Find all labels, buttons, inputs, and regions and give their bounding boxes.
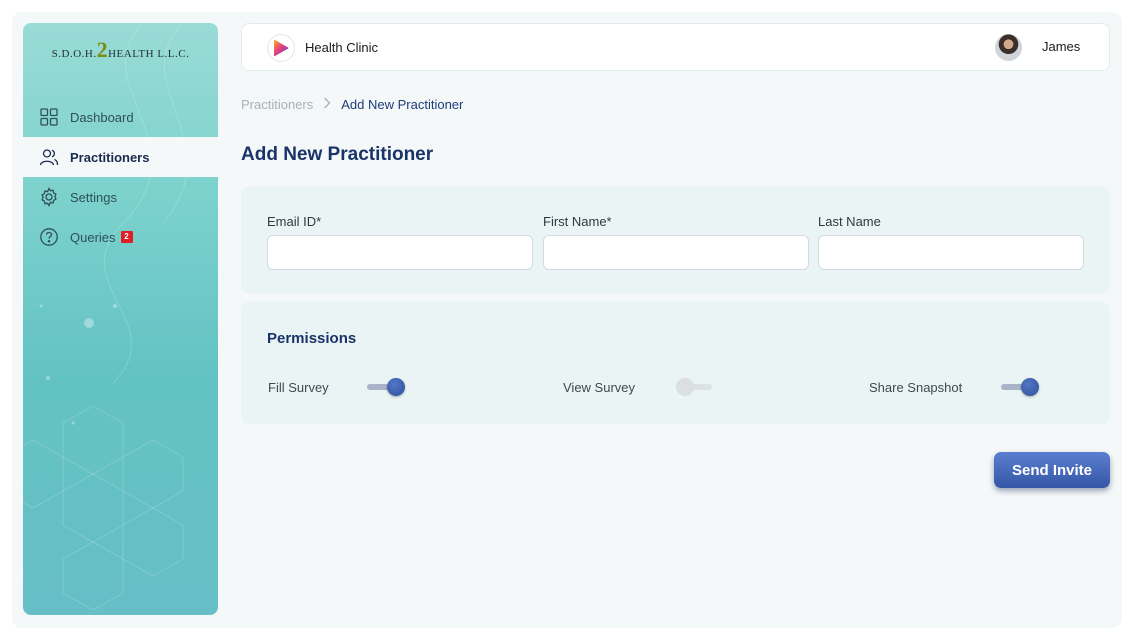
toggle-knob <box>1021 378 1039 396</box>
sidebar-item-label: Settings <box>70 189 117 205</box>
first-name-field-group: First Name* <box>543 214 809 270</box>
sidebar: S.D.O.H.2HEALTH L.L.C. Dashboard Practit… <box>23 23 218 615</box>
view-survey-label: View Survey <box>563 380 636 395</box>
toggle-knob <box>387 378 405 396</box>
share-snapshot-permission: Share Snapshot <box>869 380 962 395</box>
fill-survey-label: Fill Survey <box>268 380 329 395</box>
company-logo: S.D.O.H.2HEALTH L.L.C. <box>51 37 190 62</box>
practitioner-details-card: Email ID* First Name* Last Name <box>241 186 1110 294</box>
permissions-card: Permissions Fill Survey View Survey Shar… <box>241 302 1110 424</box>
view-survey-toggle[interactable] <box>676 378 716 398</box>
fill-survey-toggle[interactable] <box>367 378 407 398</box>
sidebar-item-queries[interactable]: Queries 2 <box>23 217 218 257</box>
sidebar-nav: Dashboard Practitioners Settings Queries… <box>23 97 218 257</box>
last-name-field[interactable] <box>818 235 1084 270</box>
first-name-label: First Name* <box>543 214 612 229</box>
queries-count-badge: 2 <box>120 231 133 243</box>
avatar[interactable] <box>995 34 1022 61</box>
view-survey-permission: View Survey <box>563 380 635 395</box>
sidebar-item-practitioners[interactable]: Practitioners <box>23 137 218 177</box>
breadcrumb-current: Add New Practitioner <box>341 97 464 112</box>
last-name-field-group: Last Name <box>818 214 1084 270</box>
email-field-group: Email ID* <box>267 214 533 270</box>
breadcrumb: Practitioners Add New Practitioner <box>241 97 463 112</box>
permissions-title: Permissions <box>267 330 357 347</box>
clinic-logo-icon <box>267 34 295 62</box>
toggle-knob <box>676 378 694 396</box>
send-invite-button[interactable]: Send Invite <box>994 452 1110 488</box>
share-snapshot-toggle[interactable] <box>1001 378 1041 398</box>
users-icon <box>39 147 59 167</box>
email-label: Email ID* <box>267 214 322 229</box>
question-circle-icon <box>39 227 59 247</box>
sidebar-item-label: Practitioners <box>70 149 150 165</box>
user-name[interactable]: James <box>1042 39 1080 54</box>
share-snapshot-label: Share Snapshot <box>869 380 963 395</box>
chevron-right-icon <box>323 97 331 112</box>
email-field[interactable] <box>267 235 533 270</box>
app-window: S.D.O.H.2HEALTH L.L.C. Dashboard Practit… <box>12 12 1122 628</box>
top-header: Health Clinic James <box>241 23 1110 71</box>
sidebar-item-label: Dashboard <box>70 109 134 125</box>
breadcrumb-practitioners-link[interactable]: Practitioners <box>241 97 313 112</box>
sidebar-item-dashboard[interactable]: Dashboard <box>23 97 218 137</box>
fill-survey-permission: Fill Survey <box>268 380 329 395</box>
last-name-label: Last Name <box>818 214 881 229</box>
grid-icon <box>39 107 59 127</box>
gear-icon <box>39 187 59 207</box>
page-title: Add New Practitioner <box>241 144 434 165</box>
sidebar-item-settings[interactable]: Settings <box>23 177 218 217</box>
sidebar-item-label: Queries <box>70 229 116 245</box>
clinic-title: Health Clinic <box>305 40 378 55</box>
first-name-field[interactable] <box>543 235 809 270</box>
